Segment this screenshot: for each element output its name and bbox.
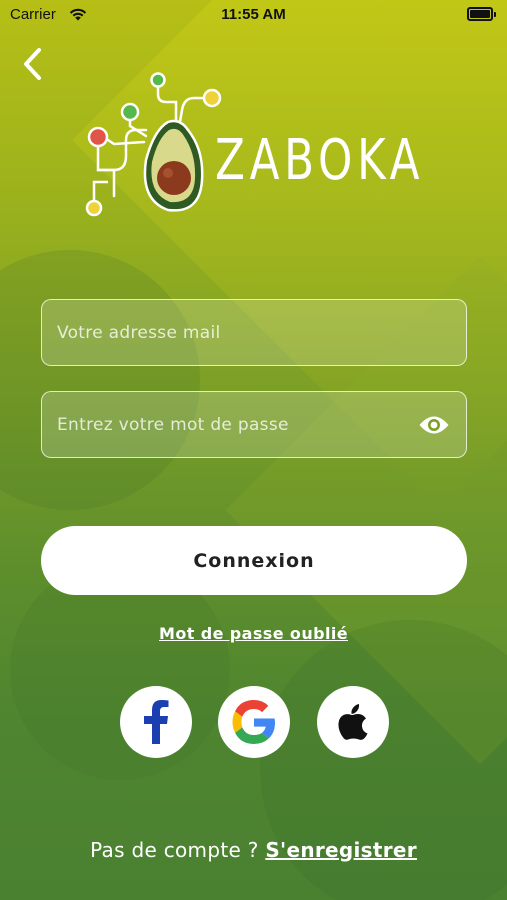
status-time: 11:55 AM <box>221 6 286 23</box>
facebook-icon <box>144 700 169 744</box>
status-bar: Carrier 11:55 AM <box>0 0 507 30</box>
google-login-button[interactable] <box>218 686 290 758</box>
password-field[interactable] <box>41 391 467 458</box>
battery-icon <box>467 7 496 21</box>
apple-icon <box>338 704 368 740</box>
no-account-text: Pas de compte ? <box>90 838 259 862</box>
forgot-password-link[interactable]: Mot de passe oublié <box>0 624 507 643</box>
apple-login-button[interactable] <box>317 686 389 758</box>
back-button[interactable] <box>14 44 50 84</box>
brand-name: ZABOKA <box>215 128 425 193</box>
register-prompt: Pas de compte ? S'enregistrer <box>0 838 507 862</box>
email-input[interactable] <box>42 300 466 365</box>
social-login-row <box>0 686 507 758</box>
password-input[interactable] <box>42 392 466 457</box>
login-button[interactable]: Connexion <box>41 526 467 595</box>
chevron-left-icon <box>24 48 41 80</box>
register-link[interactable]: S'enregistrer <box>265 838 417 862</box>
facebook-login-button[interactable] <box>120 686 192 758</box>
email-field[interactable] <box>41 299 467 366</box>
background-leaf-shape <box>0 250 200 510</box>
google-icon <box>232 700 275 744</box>
eye-icon[interactable] <box>418 412 450 438</box>
